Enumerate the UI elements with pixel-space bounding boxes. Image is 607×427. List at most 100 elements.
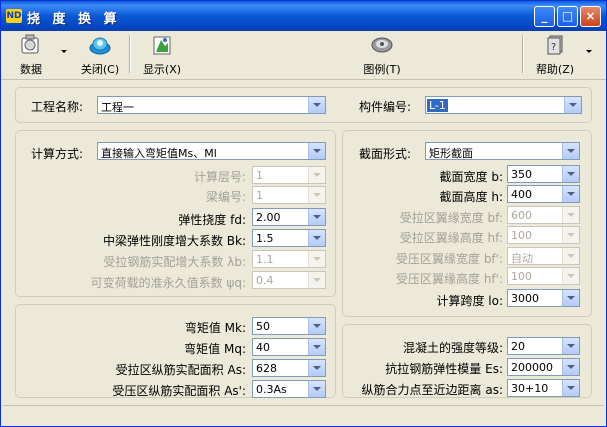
chevron-down-icon[interactable] bbox=[562, 166, 579, 182]
beam-number-combo[interactable]: 1 bbox=[252, 186, 326, 204]
compression-rebar-area-value: 0.3As bbox=[256, 383, 287, 396]
section-width-value: 350 bbox=[511, 168, 532, 181]
moment-mq-value: 40 bbox=[256, 341, 270, 354]
chevron-down-icon[interactable] bbox=[564, 97, 581, 113]
close-button[interactable]: 关闭(C) bbox=[75, 34, 125, 76]
chevron-down-icon[interactable] bbox=[562, 380, 579, 396]
chevron-down-icon[interactable] bbox=[562, 338, 579, 354]
rebar-factor-combo[interactable]: 1.1 bbox=[252, 250, 326, 268]
data-button[interactable]: 数据 bbox=[9, 34, 53, 76]
tension-flange-height-combo[interactable]: 100 bbox=[507, 226, 580, 244]
calc-method-combo[interactable]: 直接输入弯矩值Ms、Ml bbox=[97, 142, 326, 160]
elastic-deflection-label: 弹性挠度 fd: bbox=[178, 213, 246, 227]
tension-flange-height-label: 受拉区翼缘高度 hf: bbox=[399, 231, 503, 245]
rebar-edge-distance-label: 纵筋合力点至近边距离 as: bbox=[361, 383, 503, 397]
help-button-label: 帮助(Z) bbox=[535, 63, 575, 76]
section-shape-combo[interactable]: 矩形截面 bbox=[425, 142, 580, 160]
chevron-down-icon[interactable] bbox=[308, 143, 325, 159]
maximize-button[interactable]: □ bbox=[557, 6, 578, 27]
chevron-down-icon[interactable] bbox=[308, 318, 325, 334]
chevron-down-icon[interactable] bbox=[308, 339, 325, 355]
moment-mk-label: 弯矩值 Mk: bbox=[184, 321, 246, 335]
chevron-down-icon[interactable] bbox=[308, 167, 325, 183]
help-button[interactable]: ? 帮助(Z) bbox=[529, 34, 581, 76]
calc-method-value: 直接输入弯矩值Ms、Ml bbox=[101, 147, 217, 160]
moment-mk-combo[interactable]: 50 bbox=[252, 317, 326, 335]
chevron-down-icon[interactable] bbox=[308, 97, 325, 113]
rebar-factor-value: 1.1 bbox=[256, 253, 274, 266]
section-height-label: 截面高度 h: bbox=[439, 190, 503, 204]
compression-flange-width-value: 自动 bbox=[511, 252, 533, 265]
chevron-down-icon[interactable] bbox=[562, 268, 579, 284]
compression-flange-height-combo[interactable]: 100 bbox=[507, 267, 580, 285]
compression-flange-width-label: 受压区翼缘宽度 bf': bbox=[396, 252, 503, 266]
project-panel: 工程名称: 工程一 构件编号: L-1 bbox=[15, 87, 592, 123]
chevron-down-icon[interactable] bbox=[562, 207, 579, 223]
chevron-down-icon[interactable] bbox=[308, 272, 325, 288]
floor-number-value: 1 bbox=[256, 169, 263, 182]
stiffness-factor-value: 1.5 bbox=[256, 232, 274, 245]
stiffness-factor-label: 中梁弹性刚度增大系数 Bk: bbox=[102, 234, 246, 248]
rebar-edge-distance-value: 30+10 bbox=[511, 382, 549, 395]
compression-flange-width-combo[interactable]: 自动 bbox=[507, 247, 580, 265]
status-bar bbox=[3, 405, 604, 424]
concrete-grade-value: 20 bbox=[511, 340, 525, 353]
chevron-down-icon[interactable] bbox=[562, 143, 579, 159]
floor-number-label: 计算层号: bbox=[193, 170, 246, 184]
calc-span-value: 3000 bbox=[511, 292, 539, 305]
section-width-combo[interactable]: 350 bbox=[507, 165, 580, 183]
elastic-deflection-value: 2.00 bbox=[256, 211, 281, 224]
main-window: ND 挠 度 换 算 _ □ × 数据 关闭(C) 显示(X) 图例(T) ? … bbox=[0, 0, 607, 427]
steel-modulus-value: 200000 bbox=[511, 361, 553, 374]
tension-flange-width-value: 600 bbox=[511, 209, 532, 222]
help-dropdown-arrow-icon[interactable] bbox=[586, 50, 592, 53]
chevron-down-icon[interactable] bbox=[308, 230, 325, 246]
member-number-combo[interactable]: L-1 bbox=[425, 96, 582, 114]
legend-icon bbox=[370, 34, 394, 56]
calc-span-combo[interactable]: 3000 bbox=[507, 289, 580, 307]
section-shape-label: 截面形式: bbox=[359, 147, 412, 161]
folder-icon bbox=[19, 34, 43, 56]
chevron-down-icon[interactable] bbox=[562, 359, 579, 375]
quasi-permanent-combo[interactable]: 0.4 bbox=[252, 271, 326, 289]
tension-flange-width-combo[interactable]: 600 bbox=[507, 206, 580, 224]
elastic-deflection-combo[interactable]: 2.00 bbox=[252, 208, 326, 226]
material-panel: 混凝土的强度等级: 20 抗拉钢筋弹性模量 Es: 200000 纵筋合力点至近… bbox=[342, 324, 592, 398]
chevron-down-icon[interactable] bbox=[562, 290, 579, 306]
chevron-down-icon[interactable] bbox=[308, 209, 325, 225]
concrete-grade-combo[interactable]: 20 bbox=[507, 337, 580, 355]
chevron-down-icon[interactable] bbox=[562, 186, 579, 202]
project-name-combo[interactable]: 工程一 bbox=[97, 96, 326, 114]
section-height-combo[interactable]: 400 bbox=[507, 185, 580, 203]
stiffness-factor-combo[interactable]: 1.5 bbox=[252, 229, 326, 247]
moment-mq-combo[interactable]: 40 bbox=[252, 338, 326, 356]
tension-flange-width-label: 受拉区翼缘宽度 bf: bbox=[399, 211, 503, 225]
chevron-down-icon[interactable] bbox=[562, 248, 579, 264]
chevron-down-icon[interactable] bbox=[562, 227, 579, 243]
tension-rebar-area-combo[interactable]: 628 bbox=[252, 359, 326, 377]
title-bar[interactable]: ND 挠 度 换 算 _ □ × bbox=[1, 1, 606, 31]
toolbar-separator bbox=[522, 35, 524, 73]
chevron-down-icon[interactable] bbox=[308, 381, 325, 397]
beam-number-value: 1 bbox=[256, 189, 263, 202]
legend-button-label: 图例(T) bbox=[363, 63, 401, 76]
rebar-edge-distance-combo[interactable]: 30+10 bbox=[507, 379, 580, 397]
data-button-label: 数据 bbox=[20, 63, 42, 76]
compression-rebar-area-combo[interactable]: 0.3As bbox=[252, 380, 326, 398]
chevron-down-icon[interactable] bbox=[308, 360, 325, 376]
compression-flange-height-value: 100 bbox=[511, 270, 532, 283]
display-button[interactable]: 显示(X) bbox=[138, 34, 186, 76]
minimize-button[interactable]: _ bbox=[534, 6, 555, 27]
steel-modulus-combo[interactable]: 200000 bbox=[507, 358, 580, 376]
moments-panel: 弯矩值 Mk: 50 弯矩值 Mq: 40 受拉区纵筋实配面积 As: 628 … bbox=[15, 304, 336, 398]
chevron-down-icon[interactable] bbox=[308, 187, 325, 203]
floor-number-combo[interactable]: 1 bbox=[252, 166, 326, 184]
close-button-label: 关闭(C) bbox=[80, 63, 120, 76]
close-window-button[interactable]: × bbox=[580, 6, 601, 27]
legend-button[interactable]: 图例(T) bbox=[357, 34, 407, 76]
window-title: 挠 度 换 算 bbox=[27, 12, 121, 27]
data-dropdown-arrow-icon[interactable] bbox=[61, 50, 67, 53]
app-icon: ND bbox=[6, 9, 22, 23]
compression-rebar-area-label: 受压区纵筋实配面积 As': bbox=[112, 384, 246, 398]
chevron-down-icon[interactable] bbox=[308, 251, 325, 267]
